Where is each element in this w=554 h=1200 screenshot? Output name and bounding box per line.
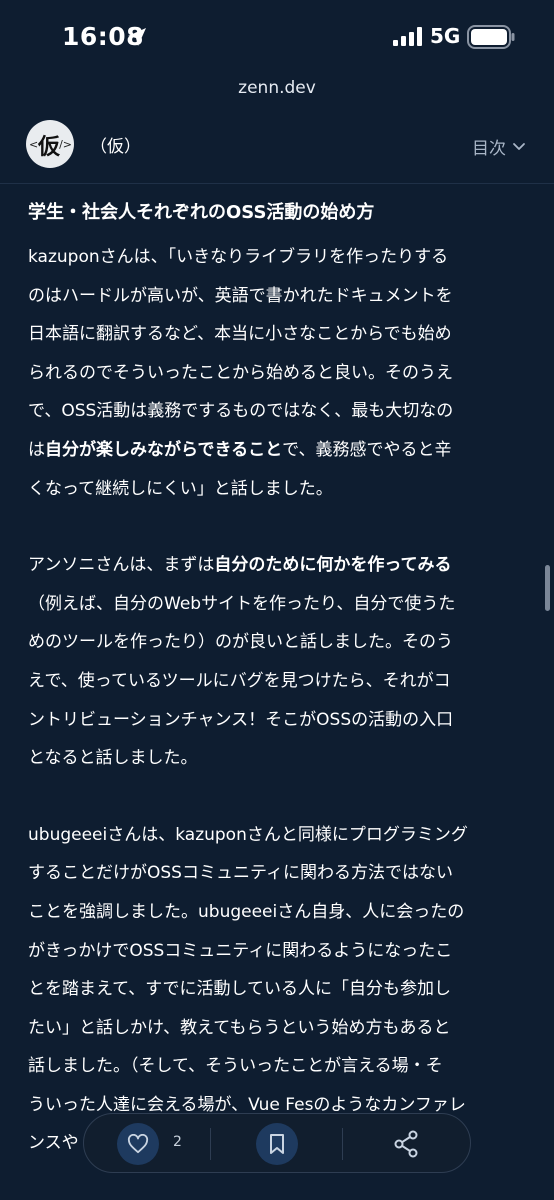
network-label: 5G [430, 24, 461, 48]
like-button[interactable] [117, 1123, 159, 1165]
text-line: （例えば、自分のWebサイトを作ったり、自分で使うた [28, 593, 456, 614]
text-line: ンスや [28, 1133, 79, 1154]
location-arrow-icon [128, 28, 146, 46]
paragraph-ubugeeei: ubugeeeiさんは、kazuponさんと同様にプログラミング することだけが… [28, 816, 526, 1163]
logo-bracket-right: /> [59, 138, 72, 151]
text-segment: で、義務感でやると辛 [282, 439, 452, 460]
text-line: ういった人達に会える場が、Vue Fesのようなカンファレ [28, 1094, 466, 1115]
toc-button[interactable]: 目次 [472, 134, 526, 159]
text-line: たい」と話しかけ、教えてもらうという始め方もあると [28, 1017, 451, 1038]
divider [210, 1128, 211, 1160]
site-logo[interactable]: < 仮 /> [26, 120, 74, 168]
chevron-down-icon [513, 143, 525, 150]
toc-label: 目次 [472, 138, 506, 159]
paragraph-kazupon: kazuponさんは、「いきなりライブラリを作ったりする のはハードルが高いが、… [28, 238, 526, 508]
text-line: することだけがOSSコミュニティに関わる方法ではない [28, 863, 453, 884]
url-text[interactable]: zenn.dev [238, 78, 316, 98]
heart-icon [127, 1134, 149, 1154]
logo-bracket-left: < [29, 138, 39, 151]
text-line: となると話しました。 [28, 748, 198, 769]
site-header: < 仮 /> （仮） 目次 [0, 114, 554, 178]
screen: 16:08 5G zenn.dev < 仮 /> （仮） 目次 学生・社会人それ… [0, 0, 554, 1200]
divider [342, 1128, 343, 1160]
text-line: ントリビューションチャンス！そこがOSSの活動の入口 [28, 709, 454, 730]
url-bar[interactable]: zenn.dev [0, 70, 554, 106]
bold-emphasis: 自分が楽しみながらできること [45, 439, 283, 460]
bookmark-button[interactable] [256, 1123, 298, 1165]
text-line: で、OSS活動は義務でするものではなく、最も大切なの [28, 401, 454, 422]
text-line: 日本語に翻訳するなど、本当に小さなことからでも始め [28, 324, 452, 345]
text-line: めのツールを作ったり）のが良いと話しました。そのう [28, 632, 453, 653]
like-count: 2 [173, 1134, 182, 1150]
text-line: られるのでそういったことから始めると良い。そのうえ [28, 362, 453, 383]
battery-icon [467, 25, 515, 49]
text-segment: は [28, 439, 45, 460]
text-line: がきっかけでOSSコミュニティに関わるようになったこ [28, 940, 453, 961]
site-name[interactable]: （仮） [90, 132, 141, 157]
share-button[interactable] [390, 1128, 422, 1160]
article-body: 学生・社会人それぞれのOSS活動の始め方 kazuponさんは、「いきなりライブ… [28, 196, 526, 1200]
action-bar: 2 [83, 1113, 471, 1173]
text-line: とを踏まえて、すでに活動している人に「自分も参加し [28, 979, 451, 1000]
section-heading: 学生・社会人それぞれのOSS活動の始め方 [28, 202, 375, 223]
paragraph-anthony: アンソニさんは、まずは自分のために何かを作ってみる （例えば、自分のWebサイト… [28, 546, 526, 778]
scrollbar-thumb[interactable] [545, 565, 550, 611]
bold-emphasis: 自分のために何かを作ってみる [214, 555, 452, 576]
text-line: 話しました。（そして、そういったことが言える場・そ [28, 1056, 443, 1077]
text-line: ubugeeeiさんは、kazuponさんと同様にプログラミング [28, 824, 468, 845]
text-line: のはハードルが高いが、英語で書かれたドキュメントを [28, 285, 453, 306]
text-segment: アンソニさんは、まずは [28, 555, 215, 576]
text-line: えで、使っているツールにバグを見つけたら、それがコ [28, 670, 451, 691]
text-line: kazuponさんは、「いきなりライブラリを作ったりする [28, 247, 449, 267]
text-line: ことを強調しました。ubugeeeiさん自身、人に会ったの [28, 901, 465, 922]
header-divider [0, 183, 554, 184]
logo-kanji: 仮 [38, 135, 61, 160]
share-icon [394, 1130, 418, 1158]
text-line: くなって継続しにくい」と話しました。 [28, 478, 333, 499]
status-bar: 16:08 5G [0, 0, 554, 70]
signal-icon [393, 27, 422, 46]
bookmark-icon [270, 1134, 284, 1154]
